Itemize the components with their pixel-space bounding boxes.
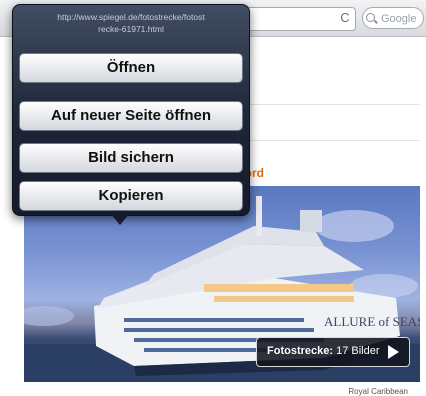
open-button[interactable]: Öffnen — [19, 53, 243, 83]
save-image-button[interactable]: Bild sichern — [19, 143, 243, 173]
divider — [250, 140, 420, 141]
search-icon — [366, 13, 375, 22]
gallery-badge-label: Fotostrecke: — [267, 345, 334, 357]
open-new-page-button[interactable]: Auf neuer Seite öffnen — [19, 101, 243, 131]
link-url: http://www.spiegel.de/fotostrecke/fotost… — [13, 11, 249, 35]
divider — [250, 104, 420, 105]
photo-credit: Royal Caribbean — [348, 387, 408, 396]
gallery-button[interactable]: Fotostrecke: 17 Bilder — [256, 337, 410, 367]
link-url-line: recke-61971.html — [98, 24, 164, 34]
gallery-badge-count: 17 Bilder — [336, 345, 380, 357]
reload-icon[interactable]: C — [336, 7, 354, 29]
copy-button[interactable]: Kopieren — [19, 181, 243, 211]
context-menu-popover: http://www.spiegel.de/fotostrecke/fotost… — [12, 4, 250, 216]
link-url-line: http://www.spiegel.de/fotostrecke/fotost — [57, 12, 205, 22]
ship-name-text: ALLURE of SEAS — [324, 314, 420, 329]
popover-arrow — [110, 213, 130, 225]
play-icon — [388, 345, 399, 359]
